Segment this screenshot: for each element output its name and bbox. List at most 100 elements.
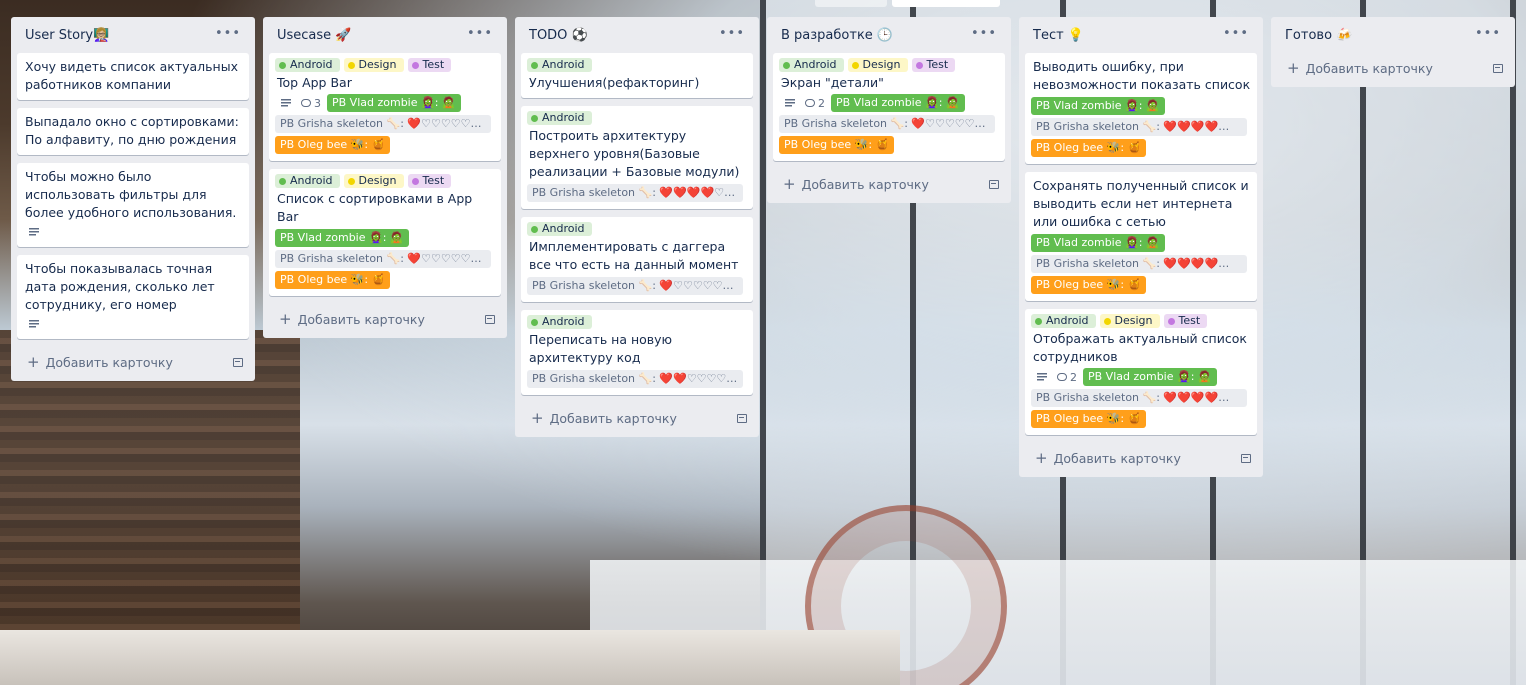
list-title[interactable]: В разработке 🕒	[781, 28, 893, 43]
custom-field-row: PB Oleg bee 🐝: 🍯	[275, 271, 495, 289]
custom-field-row: PB Vlad zombie 🧟‍♀️: 🧟	[275, 229, 495, 247]
background-snow	[590, 560, 1526, 685]
custom-field-row: PB Grisha skeleton 🦴: ❤️♡♡♡♡♡♡♡♡♡	[275, 250, 495, 268]
list-header: User Story👩🏼‍🏫 •••	[17, 17, 249, 53]
header-search-stub[interactable]	[892, 0, 1000, 7]
list-menu-button[interactable]: •••	[465, 25, 495, 46]
custom-field-row: PB Oleg bee 🐝: 🍯	[779, 136, 999, 154]
description-icon	[1037, 373, 1047, 381]
background-counter	[0, 630, 900, 685]
label-design[interactable]: Design	[1099, 314, 1160, 328]
label-design[interactable]: Design	[847, 58, 908, 72]
custom-field-row: PB Oleg bee 🐝: 🍯	[1031, 139, 1251, 157]
label-dot-icon	[531, 318, 538, 326]
list-menu-button[interactable]: •••	[969, 25, 999, 46]
label-android[interactable]: Android	[275, 58, 340, 72]
template-icon[interactable]	[1241, 453, 1251, 463]
label-test[interactable]: Test	[911, 58, 956, 72]
card[interactable]: Android Переписать на новую архитектуру к…	[521, 310, 753, 395]
header-avatars-stub[interactable]	[815, 0, 887, 7]
card[interactable]: Android Имплементировать с даггера все чт…	[521, 217, 753, 302]
template-icon[interactable]	[1493, 63, 1503, 73]
list-title[interactable]: Тест 💡	[1033, 28, 1084, 43]
card[interactable]: Android Улучшения(рефакторинг)	[521, 53, 753, 98]
add-card-label: Добавить карточку	[1305, 60, 1433, 76]
template-icon[interactable]	[485, 314, 495, 324]
list-menu-button[interactable]: •••	[1221, 25, 1251, 46]
label-android[interactable]: Android	[527, 222, 592, 236]
list-title[interactable]: User Story👩🏼‍🏫	[25, 28, 109, 43]
add-card-label: Добавить карточку	[801, 176, 929, 192]
label-text: Test	[1178, 314, 1201, 327]
comments-count: 2	[818, 96, 825, 110]
card-title: Хочу видеть список актуальных работников…	[25, 59, 238, 92]
label-android[interactable]: Android	[527, 315, 592, 329]
list-title[interactable]: Готово 🍻	[1285, 28, 1352, 43]
add-card-button[interactable]: + Добавить карточку	[1277, 53, 1509, 83]
custom-field-badge: PB Grisha skeleton 🦴: ❤️♡♡♡♡♡♡♡♡♡	[527, 277, 743, 295]
custom-field-row: PB Grisha skeleton 🦴: ❤️♡♡♡♡♡♡♡♡♡	[275, 115, 495, 133]
card-labels: Android	[527, 58, 747, 72]
label-android[interactable]: Android	[779, 58, 844, 72]
label-dot-icon	[783, 61, 790, 69]
template-icon[interactable]	[737, 413, 747, 423]
add-card-button[interactable]: + Добавить карточку	[1025, 443, 1257, 473]
add-card-left: + Добавить карточку	[783, 176, 929, 192]
card[interactable]: Выпадало окно с сортировками: По алфавит…	[17, 108, 249, 155]
add-card-button[interactable]: + Добавить карточку	[17, 347, 249, 377]
label-text: Android	[542, 111, 585, 124]
custom-field-badge: PB Grisha skeleton 🦴: ❤️❤️❤️❤️❤️♡♡♡♡♡	[1031, 389, 1247, 407]
list-title[interactable]: TODO ⚽	[529, 28, 588, 43]
card-title: Экран "детали"	[781, 75, 884, 90]
list-menu-button[interactable]: •••	[213, 25, 243, 46]
plus-icon: +	[27, 352, 40, 371]
label-text: Android	[542, 58, 585, 71]
card[interactable]: Android Design Test Top App Bar 3 PB Vlad zom…	[269, 53, 501, 161]
custom-field-badge: PB Oleg bee 🐝: 🍯	[275, 271, 391, 289]
custom-field-badge: PB Oleg bee 🐝: 🍯	[779, 136, 895, 154]
card[interactable]: Хочу видеть список актуальных работников…	[17, 53, 249, 100]
label-android[interactable]: Android	[1031, 314, 1096, 328]
card-title: Отображать актуальный список сотрудников	[1033, 331, 1247, 364]
card[interactable]: Android Design Test Отображать актуальный с…	[1025, 309, 1257, 435]
label-text: Android	[542, 222, 585, 235]
comments-count: 2	[1070, 370, 1077, 384]
card-title: Top App Bar	[277, 75, 352, 90]
card[interactable]: Android Построить архитектуру верхнего ур…	[521, 106, 753, 209]
label-design[interactable]: Design	[343, 58, 404, 72]
list-header: Usecase 🚀 •••	[269, 17, 501, 53]
card[interactable]: Android Design Test Экран "детали" 2 PB Vlad …	[773, 53, 1005, 161]
comment-icon	[301, 99, 311, 107]
template-icon[interactable]	[989, 179, 999, 189]
card-labels: Android Design Test	[1031, 314, 1251, 328]
label-android[interactable]: Android	[275, 174, 340, 188]
label-android[interactable]: Android	[527, 111, 592, 125]
label-dot-icon	[1035, 317, 1042, 325]
label-android[interactable]: Android	[527, 58, 592, 72]
card[interactable]: Чтобы показывалась точная дата рождения,…	[17, 255, 249, 339]
custom-field-row: PB Grisha skeleton 🦴: ❤️❤️❤️❤️❤️♡♡♡♡♡	[1031, 255, 1251, 273]
label-test[interactable]: Test	[1163, 314, 1208, 328]
card[interactable]: Чтобы можно было использовать фильтры дл…	[17, 163, 249, 247]
add-card-button[interactable]: + Добавить карточку	[521, 403, 753, 433]
card[interactable]: Сохранять полученный список и выводить е…	[1025, 172, 1257, 301]
add-card-button[interactable]: + Добавить карточку	[773, 169, 1005, 199]
add-card-button[interactable]: + Добавить карточку	[269, 304, 501, 334]
list-title[interactable]: Usecase 🚀	[277, 28, 352, 43]
label-test[interactable]: Test	[407, 58, 452, 72]
template-icon[interactable]	[233, 357, 243, 367]
label-dot-icon	[1167, 317, 1175, 325]
list-menu-button[interactable]: •••	[717, 25, 747, 46]
list-menu-button[interactable]: •••	[1473, 25, 1503, 46]
label-dot-icon	[531, 225, 538, 233]
card-badges: 2 PB Vlad zombie 🧟‍♀️: 🧟	[1033, 368, 1251, 386]
card[interactable]: Android Design Test Список с сортировками в…	[269, 169, 501, 296]
label-design[interactable]: Design	[343, 174, 404, 188]
card[interactable]: Выводить ошибку, при невозможности показ…	[1025, 53, 1257, 164]
label-test[interactable]: Test	[407, 174, 452, 188]
list: Usecase 🚀 ••• Android Design Test Top App Bar…	[263, 17, 507, 338]
add-card-label: Добавить карточку	[45, 354, 173, 370]
card-labels: Android Design Test	[275, 58, 495, 72]
label-dot-icon	[347, 61, 355, 69]
add-card-left: + Добавить карточку	[1035, 450, 1181, 466]
